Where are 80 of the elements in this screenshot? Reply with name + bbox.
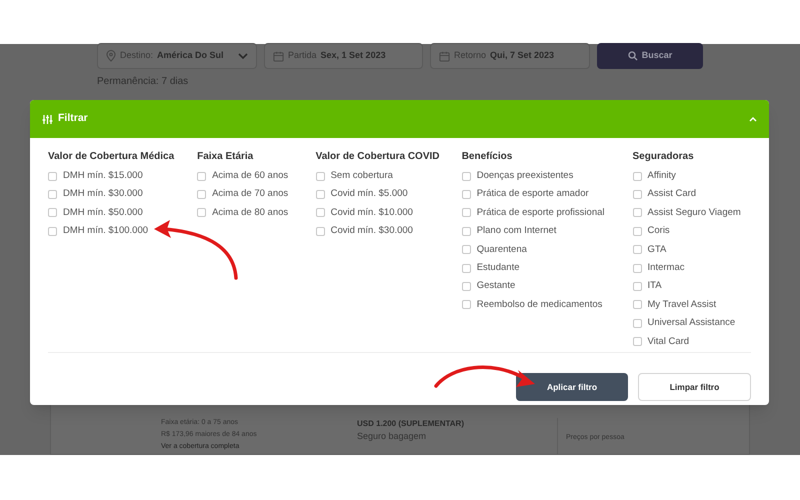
filter-option[interactable]: Acima de 80 anos [212, 206, 288, 220]
filter-option[interactable]: DMH mín. $50.000 [63, 206, 143, 220]
coverage-label: Seguro bagagem [357, 430, 428, 443]
checkbox[interactable] [632, 264, 642, 273]
filter-option[interactable]: Vital Card [648, 334, 690, 349]
checkbox[interactable] [197, 208, 206, 218]
filter-option[interactable]: DMH mín. $30.000 [63, 187, 143, 202]
field-value: Qui, 7 Set 2023 [490, 49, 554, 62]
checkbox[interactable] [316, 208, 325, 218]
filter-option[interactable]: Plano com Internet [476, 224, 556, 238]
apply-filter-button[interactable]: Aplicar filtro [516, 373, 628, 401]
checkbox[interactable] [632, 226, 642, 236]
checkbox[interactable] [197, 190, 206, 200]
stay-duration: Permanência: 7 dias [97, 75, 190, 89]
filter-option[interactable]: Sem cobertura [330, 169, 393, 184]
checkbox[interactable] [316, 226, 325, 236]
checkbox[interactable] [632, 172, 642, 181]
filter-group-title: Seguradoras [632, 150, 695, 164]
checkbox[interactable] [632, 318, 642, 328]
checkbox[interactable] [462, 172, 471, 181]
filter-option[interactable]: Coris [648, 224, 670, 238]
filter-option[interactable]: Prática de esporte amador [476, 187, 589, 202]
location-pin-icon [106, 50, 116, 62]
filter-option[interactable]: Reembolso de medicamentos [476, 298, 602, 312]
field-value: América Do Sul [157, 49, 224, 62]
filter-option[interactable]: Universal Assistance [648, 316, 736, 330]
checkbox[interactable] [48, 172, 57, 181]
search-button[interactable]: Buscar [597, 43, 703, 69]
filter-group-title: Benefícios [462, 150, 514, 164]
filter-option[interactable]: Prática de esporte profissional [476, 206, 604, 220]
filter-option[interactable]: Acima de 60 anos [212, 169, 288, 184]
filter-option[interactable]: My Travel Assist [648, 298, 716, 312]
checkbox[interactable] [48, 208, 57, 218]
filter-option[interactable]: Assist Card [648, 187, 696, 202]
filter-option[interactable]: Acima de 70 anos [212, 187, 288, 202]
checkbox[interactable] [462, 208, 471, 218]
checkbox[interactable] [632, 300, 642, 310]
filter-option[interactable]: Covid mín. $5.000 [330, 187, 408, 202]
caret-icon [238, 53, 248, 59]
checkbox[interactable] [462, 226, 471, 236]
filter-group-title: Valor de Cobertura COVID [316, 150, 440, 164]
filter-option[interactable]: Affinity [648, 169, 676, 184]
filter-title: Filtrar [58, 111, 88, 126]
filter-option[interactable]: Covid mín. $30.000 [330, 224, 413, 238]
checkbox[interactable] [197, 172, 206, 181]
checkbox[interactable] [632, 282, 642, 292]
filter-option[interactable]: Assist Seguro Viagem [648, 206, 741, 220]
sliders-icon [42, 114, 53, 124]
checkbox[interactable] [462, 245, 471, 254]
chevron-up-icon[interactable] [749, 116, 757, 122]
filter-option[interactable]: DMH mín. $100.000 [63, 224, 148, 238]
filter-group-title: Faixa Etária [197, 150, 254, 164]
search-icon [628, 51, 638, 61]
checkbox[interactable] [48, 190, 57, 200]
filter-option[interactable]: Estudante [476, 261, 520, 276]
checkbox[interactable] [632, 190, 642, 200]
checkbox[interactable] [632, 208, 642, 218]
checkbox[interactable] [316, 190, 325, 200]
filter-option[interactable]: Doenças preexistentes [476, 169, 574, 184]
filter-option[interactable]: Intermac [648, 261, 684, 276]
calendar-icon [273, 50, 284, 62]
field-value: Sex, 1 Set 2023 [320, 49, 386, 62]
filter-option[interactable]: Quarentena [476, 242, 527, 257]
filter-option[interactable]: Gestante [476, 279, 516, 294]
checkbox[interactable] [462, 190, 471, 200]
clear-filter-button[interactable]: Limpar filtro [638, 373, 751, 401]
checkbox[interactable] [462, 282, 471, 292]
filter-option[interactable]: Covid mín. $10.000 [330, 206, 413, 220]
filter-option[interactable]: DMH mín. $15.000 [63, 169, 143, 184]
filter-group-title: Valor de Cobertura Médica [48, 150, 176, 164]
checkbox[interactable] [632, 337, 642, 346]
checkbox[interactable] [316, 172, 325, 181]
filter-option[interactable]: ITA [648, 279, 662, 294]
filter-option[interactable]: GTA [648, 242, 666, 257]
calendar-icon [439, 50, 450, 62]
checkbox[interactable] [462, 300, 471, 310]
coverage-amount: USD 1.200 (SUPLEMENTAR) [357, 418, 465, 430]
checkbox[interactable] [462, 264, 471, 273]
checkbox[interactable] [632, 245, 642, 254]
checkbox[interactable] [48, 226, 57, 236]
